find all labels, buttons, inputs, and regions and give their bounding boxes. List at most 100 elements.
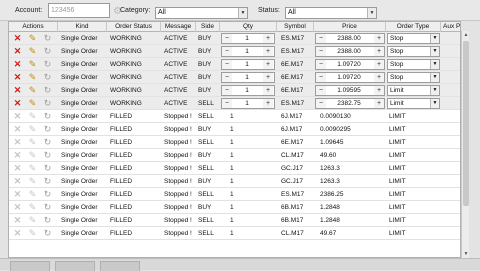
quantity-stepper[interactable]: − 1 + <box>221 59 275 70</box>
refresh-icon[interactable]: ↻ <box>42 163 53 174</box>
scroll-thumb[interactable] <box>463 41 469 206</box>
minus-icon[interactable]: − <box>222 86 232 95</box>
plus-icon[interactable]: + <box>263 99 273 108</box>
plus-icon[interactable]: + <box>374 34 384 43</box>
scroll-down-icon[interactable]: ▼ <box>462 250 470 258</box>
scroll-up-icon[interactable]: ▲ <box>462 31 470 39</box>
refresh-icon[interactable]: ↻ <box>42 72 53 83</box>
table-row[interactable]: ✕ ✎ ↻ Single Order FILLED Stopped ! BUY 1 GC.J17… <box>9 175 460 188</box>
cancel-x-icon[interactable]: ✕ <box>12 202 23 213</box>
table-row[interactable]: ✕ ✎ ↻ Single Order FILLED Stopped ! SELL 1 6B.M1… <box>9 214 460 227</box>
quantity-stepper[interactable]: − 1 + <box>221 33 275 44</box>
col-kind[interactable]: Kind <box>58 22 107 32</box>
quantity-stepper[interactable]: − 1 + <box>221 46 275 57</box>
pencil-icon[interactable]: ✎ <box>27 189 38 200</box>
plus-icon[interactable]: + <box>374 60 384 69</box>
minus-icon[interactable]: − <box>316 47 326 56</box>
pencil-icon[interactable]: ✎ <box>27 150 38 161</box>
cancel-x-icon[interactable]: ✕ <box>12 228 23 239</box>
cancel-x-icon[interactable]: ✕ <box>12 33 23 44</box>
refresh-icon[interactable]: ↻ <box>42 124 53 135</box>
plus-icon[interactable]: + <box>263 34 273 43</box>
price-stepper[interactable]: − 2388.00 + <box>315 46 385 57</box>
table-row[interactable]: ✕ ✎ ↻ Single Order FILLED Stopped ! SELL 1 GC.J1… <box>9 162 460 175</box>
pencil-icon[interactable]: ✎ <box>27 72 38 83</box>
minus-icon[interactable]: − <box>222 34 232 43</box>
refresh-icon[interactable]: ↻ <box>42 189 53 200</box>
order-type-select[interactable]: Stop ▼ <box>387 33 440 44</box>
pencil-icon[interactable]: ✎ <box>27 124 38 135</box>
refresh-icon[interactable]: ↻ <box>42 137 53 148</box>
pencil-icon[interactable]: ✎ <box>27 176 38 187</box>
price-stepper[interactable]: − 2382.75 + <box>315 98 385 109</box>
table-row[interactable]: ✕ ✎ ↻ Single Order WORKING ACTIVE BUY − 1 +6E.M17… <box>9 58 460 71</box>
col-qty[interactable]: Qty <box>220 22 277 32</box>
refresh-icon[interactable]: ↻ <box>42 98 53 109</box>
plus-icon[interactable]: + <box>374 99 384 108</box>
refresh-icon[interactable]: ↻ <box>42 215 53 226</box>
col-aux-price[interactable]: Aux Price <box>441 22 460 32</box>
pencil-icon[interactable]: ✎ <box>27 33 38 44</box>
cancel-x-icon[interactable]: ✕ <box>12 85 23 96</box>
price-stepper[interactable]: − 1.09595 + <box>315 85 385 96</box>
order-type-select[interactable]: Stop ▼ <box>387 72 440 83</box>
table-row[interactable]: ✕ ✎ ↻ Single Order FILLED Stopped ! SELL 1 6E.M1… <box>9 136 460 149</box>
col-message[interactable]: Message <box>161 22 196 32</box>
pencil-icon[interactable]: ✎ <box>27 228 38 239</box>
refresh-icon[interactable]: ↻ <box>42 46 53 57</box>
category-select[interactable]: All ▼ <box>155 7 248 19</box>
order-type-select[interactable]: Stop ▼ <box>387 46 440 57</box>
cancel-x-icon[interactable]: ✕ <box>12 137 23 148</box>
price-stepper[interactable]: − 2388.00 + <box>315 33 385 44</box>
pencil-icon[interactable]: ✎ <box>27 163 38 174</box>
col-actions[interactable]: Actions <box>9 22 58 32</box>
pencil-icon[interactable]: ✎ <box>27 98 38 109</box>
quantity-stepper[interactable]: − 1 + <box>221 72 275 83</box>
minus-icon[interactable]: − <box>316 34 326 43</box>
table-row[interactable]: ✕ ✎ ↻ Single Order WORKING ACTIVE BUY − 1 + ES.M17… <box>9 45 460 58</box>
col-order-status[interactable]: Order Status <box>107 22 161 32</box>
refresh-icon[interactable]: ↻ <box>42 228 53 239</box>
table-row[interactable]: ✕ ✎ ↻ Single Order FILLED Stopped ! SELL 1 ES.M1… <box>9 188 460 201</box>
minus-icon[interactable]: − <box>316 86 326 95</box>
table-row[interactable]: ✕ ✎ ↻ Single Order FILLED Stopped ! SELL 1 CL.M1… <box>9 227 460 240</box>
cancel-x-icon[interactable]: ✕ <box>12 189 23 200</box>
table-row[interactable]: ✕ ✎ ↻ Single Order FILLED Stopped ! BUY 1 6J.M17… <box>9 123 460 136</box>
col-order-type[interactable]: Order Type <box>386 22 441 32</box>
refresh-icon[interactable]: ↻ <box>42 202 53 213</box>
table-row[interactable]: ✕ ✎ ↻ Single Order FILLED Stopped ! BUY 1 CL.M17… <box>9 149 460 162</box>
col-symbol[interactable]: Symbol <box>277 22 314 32</box>
refresh-icon[interactable]: ↻ <box>42 85 53 96</box>
cancel-x-icon[interactable]: ✕ <box>12 98 23 109</box>
refresh-icon[interactable]: ↻ <box>42 150 53 161</box>
plus-icon[interactable]: + <box>263 60 273 69</box>
account-field[interactable]: 123456 <box>48 3 110 18</box>
minus-icon[interactable]: − <box>222 99 232 108</box>
cancel-x-icon[interactable]: ✕ <box>12 111 23 122</box>
cancel-x-icon[interactable]: ✕ <box>12 59 23 70</box>
plus-icon[interactable]: + <box>374 86 384 95</box>
refresh-icon[interactable]: ↻ <box>42 33 53 44</box>
pencil-icon[interactable]: ✎ <box>27 46 38 57</box>
table-row[interactable]: ✕ ✎ ↻ Single Order WORKING ACTIVE BUY − 1 + ES.M17… <box>9 32 460 45</box>
cancel-x-icon[interactable]: ✕ <box>12 150 23 161</box>
cancel-x-icon[interactable]: ✕ <box>12 124 23 135</box>
table-row[interactable]: ✕ ✎ ↻ Single Order WORKING ACTIVE BUY − 1 +6E.M17… <box>9 84 460 97</box>
pencil-icon[interactable]: ✎ <box>27 111 38 122</box>
table-row[interactable]: ✕ ✎ ↻ Single Order WORKING ACTIVE BUY − 1 +6E.M17… <box>9 71 460 84</box>
quantity-stepper[interactable]: − 1 + <box>221 98 275 109</box>
col-price[interactable]: Price <box>314 22 386 32</box>
plus-icon[interactable]: + <box>263 47 273 56</box>
minus-icon[interactable]: − <box>316 73 326 82</box>
plus-icon[interactable]: + <box>374 47 384 56</box>
minus-icon[interactable]: − <box>222 60 232 69</box>
cancel-x-icon[interactable]: ✕ <box>12 46 23 57</box>
cancel-x-icon[interactable]: ✕ <box>12 176 23 187</box>
refresh-icon[interactable]: ↻ <box>42 111 53 122</box>
pencil-icon[interactable]: ✎ <box>27 59 38 70</box>
refresh-icon[interactable]: ↻ <box>42 59 53 70</box>
pencil-icon[interactable]: ✎ <box>27 137 38 148</box>
order-type-select[interactable]: Limit ▼ <box>387 85 440 96</box>
minus-icon[interactable]: − <box>316 60 326 69</box>
order-type-select[interactable]: Limit ▼ <box>387 98 440 109</box>
